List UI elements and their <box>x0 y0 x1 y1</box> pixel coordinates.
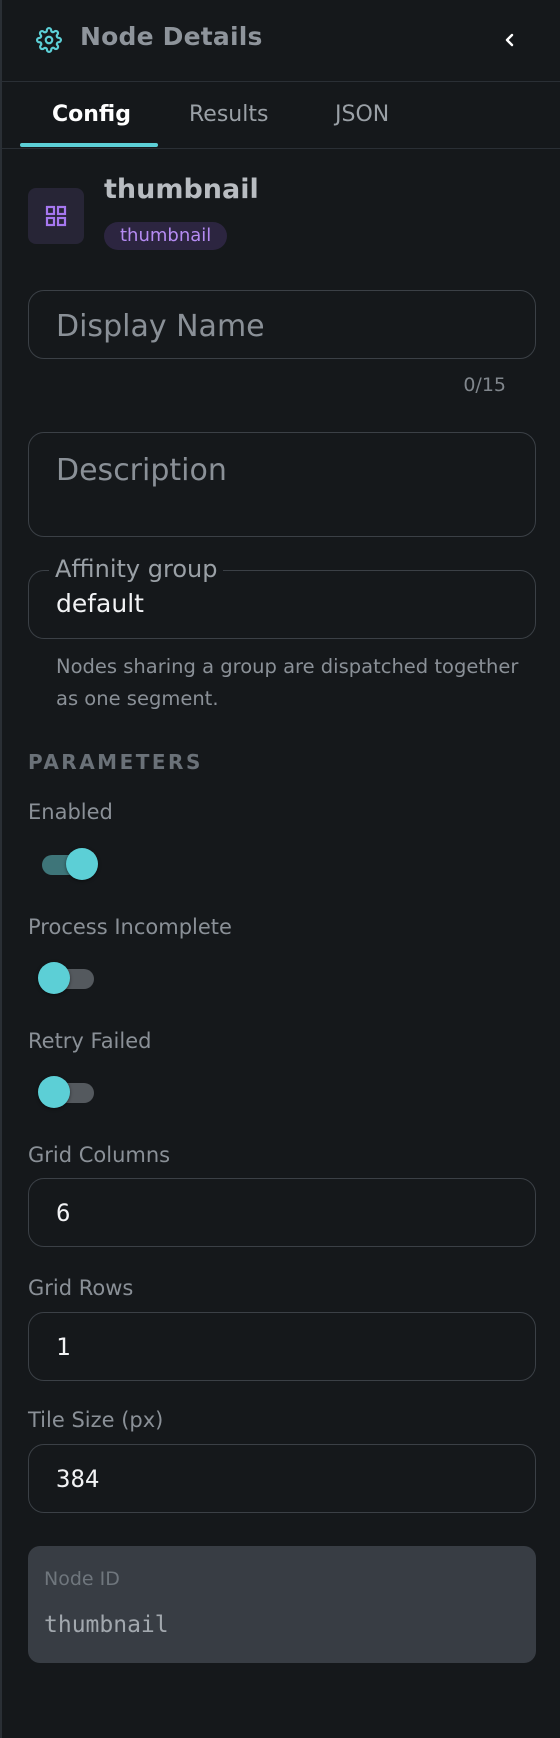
process-incomplete-label: Process Incomplete <box>28 915 232 939</box>
tab-json[interactable]: JSON <box>335 102 389 127</box>
affinity-group-label: Affinity group <box>49 555 224 583</box>
grid-rows-input[interactable]: 1 <box>28 1312 536 1381</box>
chevron-left-icon <box>505 33 514 47</box>
grid-rows-label: Grid Rows <box>28 1276 134 1300</box>
toggle-thumb <box>38 1076 70 1108</box>
grid-icon <box>45 205 67 227</box>
tile-size-label: Tile Size (px) <box>28 1408 164 1432</box>
active-tab-indicator <box>20 143 158 147</box>
affinity-group-helper-text: Nodes sharing a group are dispatched tog… <box>56 655 519 710</box>
display-name-placeholder: Display Name <box>56 309 265 344</box>
panel-title: Node Details <box>80 22 263 51</box>
grid-columns-input[interactable]: 6 <box>28 1178 536 1247</box>
description-placeholder: Description <box>56 453 227 488</box>
tile-size-input[interactable]: 384 <box>28 1444 536 1513</box>
grid-columns-value: 6 <box>56 1199 71 1227</box>
affinity-group-field[interactable]: Affinity group default <box>28 555 536 639</box>
node-type-badge: thumbnail <box>104 222 228 250</box>
node-details-panel: Node Details Config Results JSON thumbna… <box>0 0 560 1738</box>
enabled-toggle[interactable] <box>38 847 98 881</box>
retry-failed-label: Retry Failed <box>28 1029 152 1053</box>
parameters-heading: PARAMETERS <box>28 750 203 774</box>
toggle-thumb <box>66 848 98 880</box>
affinity-group-value: default <box>56 589 144 618</box>
node-id-value: thumbnail <box>44 1612 169 1638</box>
tab-results[interactable]: Results <box>189 102 268 127</box>
process-incomplete-toggle[interactable] <box>38 961 96 995</box>
enabled-label: Enabled <box>28 800 113 824</box>
description-field[interactable]: Description <box>28 432 536 537</box>
tab-config[interactable]: Config <box>52 102 131 127</box>
display-name-char-counter: 0/15 <box>463 374 506 396</box>
panel-header: Node Details <box>2 0 560 82</box>
gear-icon <box>36 27 62 53</box>
node-id-label: Node ID <box>44 1568 120 1590</box>
grid-columns-label: Grid Columns <box>28 1143 171 1167</box>
tab-bar: Config Results JSON <box>2 82 560 149</box>
retry-failed-toggle[interactable] <box>38 1075 96 1109</box>
node-name: thumbnail <box>104 174 259 205</box>
display-name-field[interactable]: Display Name <box>28 290 536 359</box>
node-type-icon <box>28 188 84 244</box>
collapse-panel-button[interactable] <box>496 26 524 54</box>
toggle-thumb <box>38 962 70 994</box>
grid-rows-value: 1 <box>56 1333 71 1361</box>
node-id-readonly-box: Node ID thumbnail <box>28 1546 536 1663</box>
tile-size-value: 384 <box>56 1465 100 1493</box>
